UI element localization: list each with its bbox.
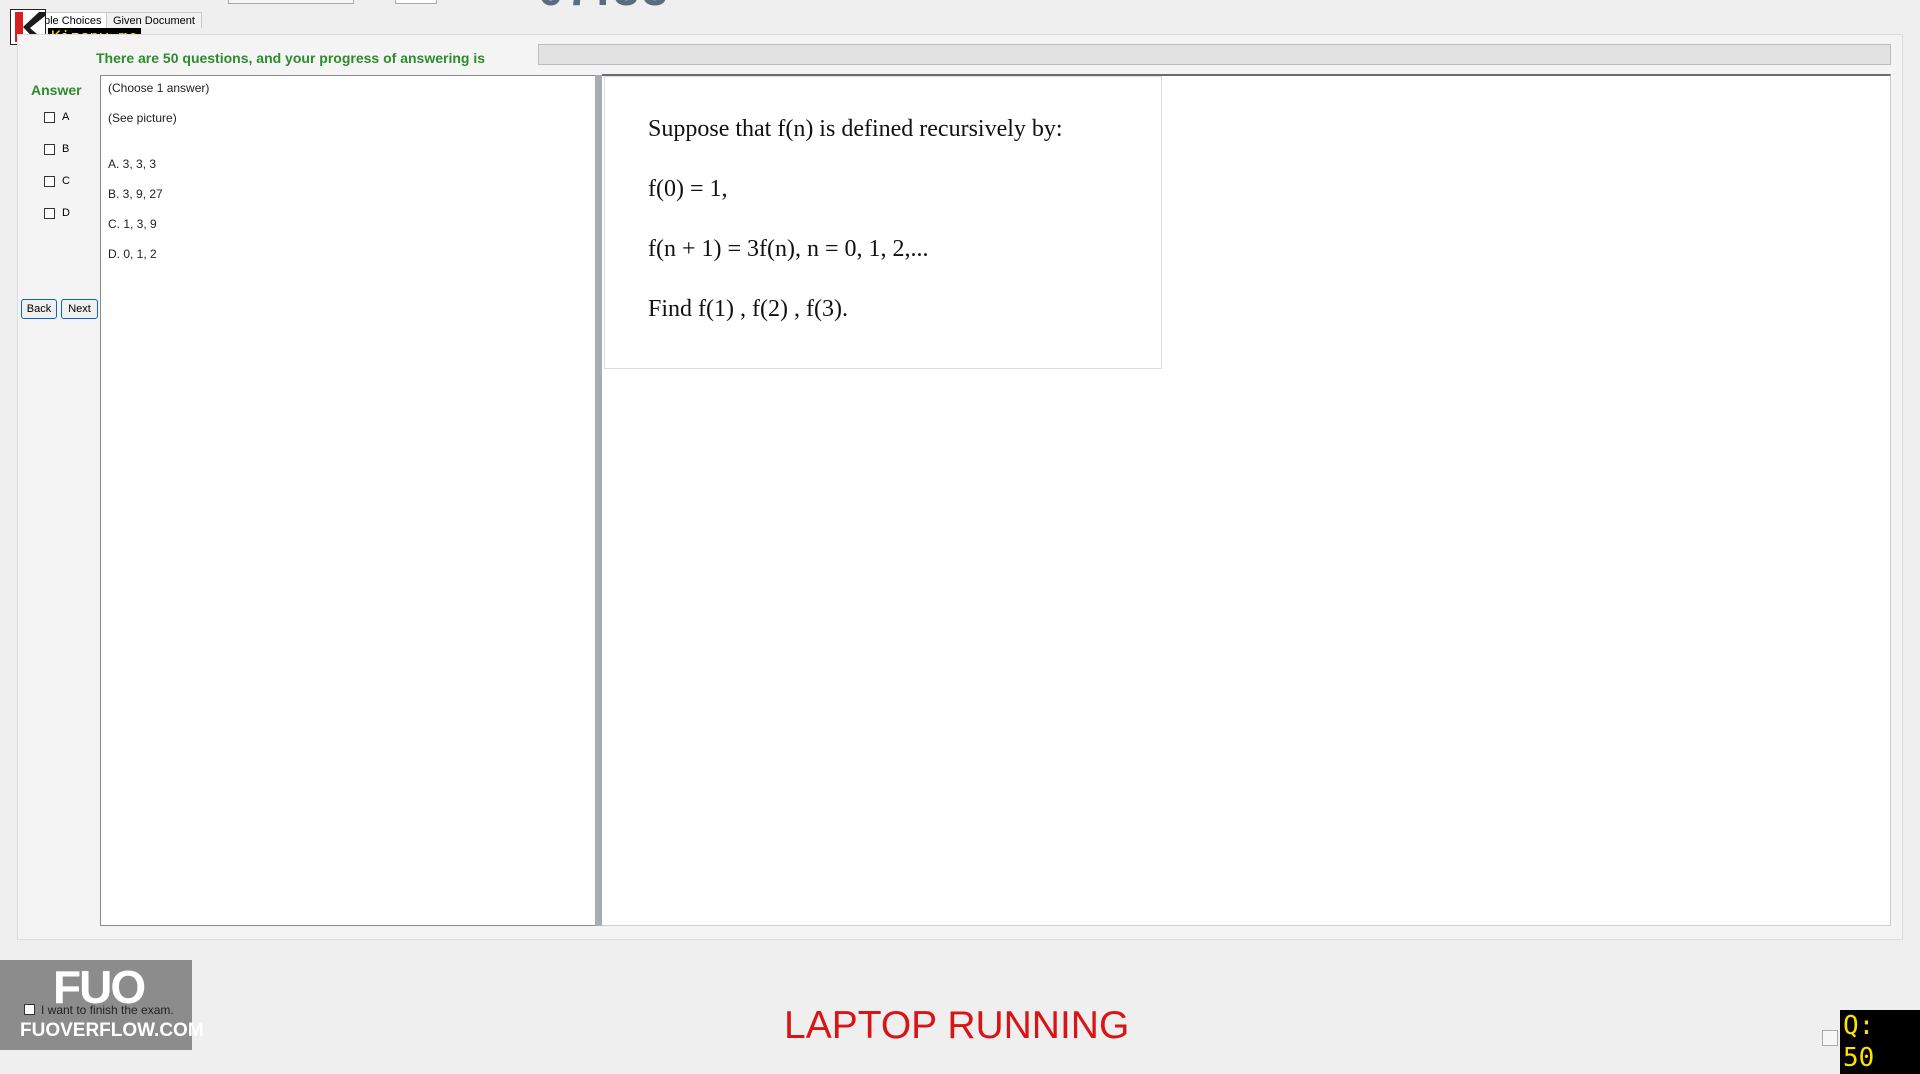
back-button[interactable]: Back (21, 299, 57, 319)
answer-option-a[interactable]: A (44, 111, 69, 123)
progress-label: There are 50 questions, and your progres… (96, 50, 485, 66)
choice-b: B. 3, 9, 27 (108, 187, 163, 201)
checkbox-c[interactable] (44, 175, 55, 187)
answer-label-b: B (62, 143, 70, 155)
watermark-site: FUOVERFLOW.COM (20, 1020, 204, 1041)
checkbox-d[interactable] (44, 207, 55, 219)
choice-c: C. 1, 3, 9 (108, 217, 157, 231)
choice-d: D. 0, 1, 2 (108, 247, 157, 261)
answer-label-c: C (62, 175, 70, 187)
answer-option-c[interactable]: C (44, 175, 70, 187)
status-text: LAPTOP RUNNING (784, 1004, 1130, 1047)
picture-line-2: f(0) = 1, (648, 176, 728, 202)
question-see-picture: (See picture) (108, 111, 177, 125)
choice-a: A. 3, 3, 3 (108, 157, 157, 171)
font-size-spinner[interactable] (395, 0, 437, 4)
question-instruction: (Choose 1 answer) (108, 81, 210, 95)
answer-option-d[interactable]: D (44, 207, 70, 219)
question-count-badge: Q: 50 (1840, 1010, 1920, 1074)
picture-line-3: f(n + 1) = 3f(n), n = 0, 1, 2,... (648, 236, 929, 262)
picture-line-4: Find f(1) , f(2) , f(3). (648, 296, 848, 322)
tab-given-document[interactable]: Given Document (106, 12, 202, 28)
timer: 07:33 (538, 0, 671, 16)
answer-label-d: D (62, 207, 70, 219)
exam-code-combo[interactable] (228, 0, 354, 4)
finish-exam-checkbox[interactable] (24, 1004, 35, 1015)
answer-option-b[interactable]: B (44, 143, 69, 155)
small-control[interactable] (1822, 1030, 1838, 1046)
panel-splitter[interactable] (595, 75, 602, 926)
tab-multiple-choices[interactable]: ple Choices (37, 12, 109, 28)
checkbox-b[interactable] (44, 143, 55, 155)
checkbox-a[interactable] (44, 111, 55, 123)
answer-title: Answer (31, 82, 82, 98)
picture-line-1: Suppose that f(n) is defined recursively… (648, 116, 1063, 142)
progress-bar (538, 44, 1891, 65)
answer-label-a: A (62, 111, 70, 123)
next-button[interactable]: Next (61, 299, 98, 319)
question-panel (100, 75, 596, 926)
finish-exam-label: I want to finish the exam. (41, 1003, 174, 1017)
